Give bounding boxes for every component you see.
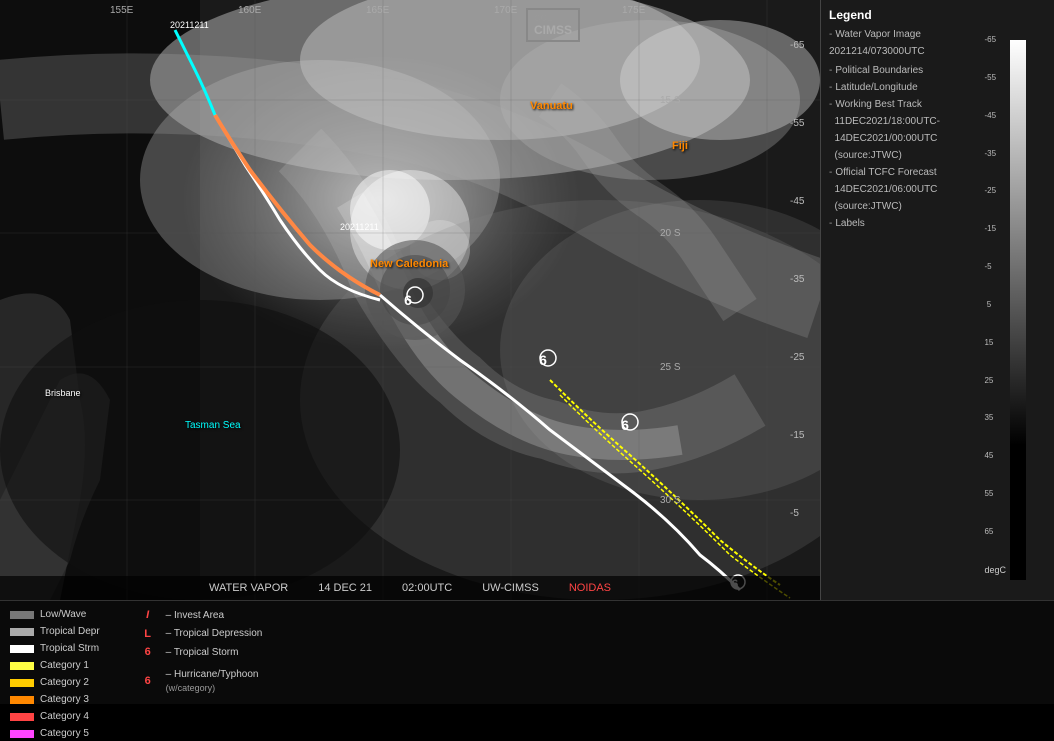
swatch-cat1 xyxy=(10,662,34,670)
ts-time: 02:00UTC xyxy=(402,582,452,594)
legend-cat3: Category 3 xyxy=(10,692,100,707)
tasman-sea-label: Tasman Sea xyxy=(185,420,241,431)
map-area: 6 6 6 6 20211211 20211211 Vanuatu New Ca… xyxy=(0,0,820,600)
temp-label-5neg: -5 xyxy=(790,508,799,519)
lat-label-30s: 30 S xyxy=(660,495,681,506)
new-caledonia-label: New Caledonia xyxy=(370,258,448,270)
temp-label-45neg: -45 xyxy=(790,196,804,207)
lon-label-170: 170E xyxy=(494,5,517,16)
colorbar xyxy=(1010,40,1026,580)
ts-noidas: NOIDAS xyxy=(569,582,611,594)
legend-cat5: Category 5 xyxy=(10,726,100,741)
brisbane-label: Brisbane xyxy=(45,388,81,398)
fiji-label: Fiji xyxy=(672,140,688,152)
swatch-low xyxy=(10,611,34,619)
ts-product: WATER VAPOR xyxy=(209,582,288,594)
lat-label-25s: 25 S xyxy=(660,362,681,373)
legend-cat4: Category 4 xyxy=(10,709,100,724)
legend-panel: Legend -Water Vapor Image 2021214/073000… xyxy=(820,0,1054,600)
bottom-legend: Low/Wave Tropical Depr Tropical Strm Cat… xyxy=(10,607,278,698)
temp-label-55neg: -55 xyxy=(790,118,804,129)
color-swatch-column: Low/Wave Tropical Depr Tropical Strm Cat… xyxy=(10,607,116,698)
temp-label-25neg: -25 xyxy=(790,352,804,363)
lat-label-20s: 20 S xyxy=(660,228,681,239)
lon-label-155: 155E xyxy=(110,5,133,16)
legend-invest: I – Invest Area xyxy=(136,607,263,624)
bottom-legend-bar: Low/Wave Tropical Depr Tropical Strm Cat… xyxy=(0,600,1054,704)
swatch-trop-dep xyxy=(10,628,34,636)
label-cat5: Category 5 xyxy=(40,726,89,741)
lon-label-165: 165E xyxy=(366,5,389,16)
swatch-cat2 xyxy=(10,679,34,687)
legend-trop-str: Tropical Strm xyxy=(10,641,100,656)
symbol-invest: I xyxy=(136,607,160,624)
label-sym-trop-dep: – Tropical Depression xyxy=(166,626,263,641)
symbol-column: I – Invest Area L – Tropical Depression … xyxy=(116,607,279,698)
ts-date: 14 DEC 21 xyxy=(318,582,372,594)
legend-cat1: Category 1 xyxy=(10,658,100,673)
label-cat4: Category 4 xyxy=(40,709,89,724)
legend-title: Legend xyxy=(829,8,1046,22)
label-sym-trop-str: – Tropical Storm xyxy=(166,645,239,660)
legend-sym-hurricane: 6 – Hurricane/Typhoon (w/category) xyxy=(136,667,263,696)
lon-label-160: 160E xyxy=(238,5,261,16)
temp-label-35neg: -35 xyxy=(790,274,804,285)
legend-cat2: Category 2 xyxy=(10,675,100,690)
swatch-cat5 xyxy=(10,730,34,738)
symbol-trop-str: 6 xyxy=(136,644,160,661)
legend-low-wave: Low/Wave xyxy=(10,607,100,622)
symbol-hurricane: 6 xyxy=(136,673,160,690)
legend-trop-dep: Tropical Depr xyxy=(10,624,100,639)
cimss-logo: CCL CIMSS xyxy=(526,8,580,42)
colorbar-scale: -65 -55 -45 -35 -25 -15 -5 5 15 25 35 45… xyxy=(984,35,1006,575)
temp-label-65neg: -65 xyxy=(790,40,804,51)
label-cat2: Category 2 xyxy=(40,675,89,690)
swatch-trop-str xyxy=(10,645,34,653)
temp-label-15neg: -15 xyxy=(790,430,804,441)
label-trop-dep: Tropical Depr xyxy=(40,624,100,639)
vanuatu-label: Vanuatu xyxy=(530,100,573,112)
swatch-cat3 xyxy=(10,696,34,704)
label-cat3: Category 3 xyxy=(40,692,89,707)
satellite-image xyxy=(0,0,820,600)
legend-sym-trop-str: 6 – Tropical Storm xyxy=(136,644,263,661)
label-sym-hurricane: – Hurricane/Typhoon (w/category) xyxy=(166,667,259,696)
symbol-trop-dep: L xyxy=(136,626,160,643)
timestamp-bar: WATER VAPOR 14 DEC 21 02:00UTC UW-CIMSS … xyxy=(0,576,820,600)
label-low: Low/Wave xyxy=(40,607,86,622)
lon-label-175: 175E xyxy=(622,5,645,16)
label-cat1: Category 1 xyxy=(40,658,89,673)
legend-sym-trop-dep: L – Tropical Depression xyxy=(136,626,263,643)
swatch-cat4 xyxy=(10,713,34,721)
ts-source: UW-CIMSS xyxy=(482,582,539,594)
label-invest: – Invest Area xyxy=(166,608,224,623)
label-trop-str: Tropical Strm xyxy=(40,641,99,656)
lat-label-15s: 15 S xyxy=(660,95,681,106)
